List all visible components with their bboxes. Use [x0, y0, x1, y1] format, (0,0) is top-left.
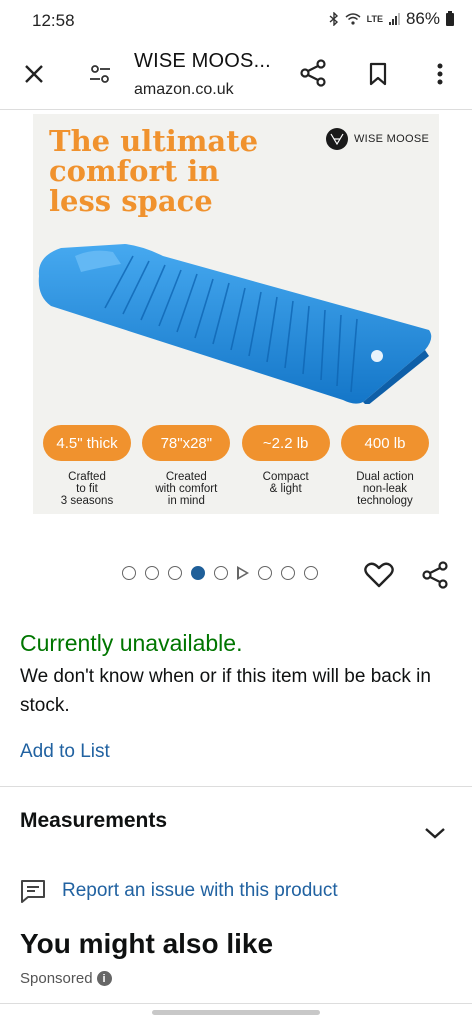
report-issue-icon-wrap[interactable] — [18, 876, 48, 906]
carousel-dot[interactable] — [145, 566, 159, 580]
feature-badge-value: 78"x28" — [142, 425, 231, 461]
feature-badge-value: 400 lb — [340, 425, 429, 461]
chevron-down-icon — [425, 828, 445, 839]
network-type: LTE — [366, 14, 383, 24]
add-to-list-link[interactable]: Add to List — [20, 741, 110, 763]
info-icon[interactable]: i — [96, 971, 112, 986]
image-headline: The ultimate comfort in less space — [49, 124, 259, 218]
measurements-expand-button[interactable] — [420, 818, 450, 848]
feature-badge-caption: Compact & light — [262, 471, 309, 495]
status-bar: 12:58 LTE 86% — [0, 0, 472, 40]
battery-icon — [446, 10, 454, 26]
wifi-icon — [345, 13, 361, 25]
feature-badge-caption: Created with comfort in mind — [155, 471, 218, 507]
brand-label: WISE MOOSE — [326, 128, 429, 150]
battery-percent: 86% — [405, 9, 440, 28]
carousel-dot[interactable] — [122, 566, 136, 580]
wishlist-button[interactable] — [362, 560, 396, 590]
product-image[interactable]: The ultimate comfort in less space WISE … — [33, 114, 439, 514]
site-settings-button[interactable] — [84, 58, 116, 90]
carousel-dot[interactable] — [214, 566, 228, 580]
feedback-icon — [21, 880, 45, 903]
brand-logo-icon — [326, 128, 348, 150]
share-button[interactable] — [296, 56, 330, 90]
feature-badge: ~2.2 lb Compact & light — [241, 425, 330, 507]
heart-icon — [364, 562, 394, 588]
availability-message: We don't know when or if this item will … — [20, 666, 431, 716]
custom-tab-toolbar: WISE MOOS... amazon.co.uk — [0, 40, 472, 110]
bluetooth-icon — [329, 12, 338, 26]
carousel-dot-active[interactable] — [191, 566, 205, 580]
status-icons: LTE 86% — [329, 9, 454, 29]
section-divider — [0, 786, 472, 787]
video-play-icon[interactable] — [237, 566, 249, 580]
share-icon — [422, 561, 448, 589]
status-time: 12:58 — [32, 11, 75, 30]
tune-icon — [90, 65, 110, 83]
bookmark-icon — [369, 62, 387, 86]
carousel-dot[interactable] — [258, 566, 272, 580]
signal-icon — [388, 13, 400, 25]
feature-badge: 400 lb Dual action non-leak technology — [340, 425, 429, 507]
share-icon — [300, 59, 326, 87]
image-carousel-indicators — [122, 566, 318, 580]
home-indicator[interactable] — [152, 1010, 320, 1015]
bottom-divider — [0, 1003, 472, 1004]
feature-badge-value: 4.5" thick — [43, 425, 131, 461]
sleeping-mat-illustration — [38, 244, 432, 404]
also-like-heading: You might also like — [20, 928, 274, 959]
more-vert-icon — [437, 63, 443, 85]
carousel-dot[interactable] — [304, 566, 318, 580]
measurements-heading[interactable]: Measurements — [20, 809, 167, 833]
feature-badges: 4.5" thick Crafted to fit 3 seasons 78"x… — [43, 425, 429, 507]
feature-badge-caption: Crafted to fit 3 seasons — [60, 471, 114, 507]
close-icon — [25, 65, 43, 83]
page-title: WISE MOOS... — [134, 50, 271, 72]
bookmark-button[interactable] — [362, 58, 394, 90]
carousel-dot[interactable] — [281, 566, 295, 580]
page-domain: amazon.co.uk — [134, 81, 234, 98]
more-options-button[interactable] — [424, 58, 456, 90]
carousel-dot[interactable] — [168, 566, 182, 580]
report-issue-link[interactable]: Report an issue with this product — [62, 880, 338, 902]
feature-badge: 4.5" thick Crafted to fit 3 seasons — [43, 425, 131, 507]
close-button[interactable] — [18, 58, 50, 90]
sponsored-label[interactable]: Sponsored i — [20, 970, 112, 987]
product-share-button[interactable] — [418, 558, 452, 592]
brand-name: WISE MOOSE — [354, 133, 430, 145]
feature-badge-caption: Dual action non-leak technology — [356, 471, 414, 507]
feature-badge-value: ~2.2 lb — [241, 425, 330, 461]
feature-badge: 78"x28" Created with comfort in mind — [142, 425, 231, 507]
availability-status: Currently unavailable. — [20, 630, 243, 656]
sponsored-text: Sponsored — [20, 970, 93, 987]
